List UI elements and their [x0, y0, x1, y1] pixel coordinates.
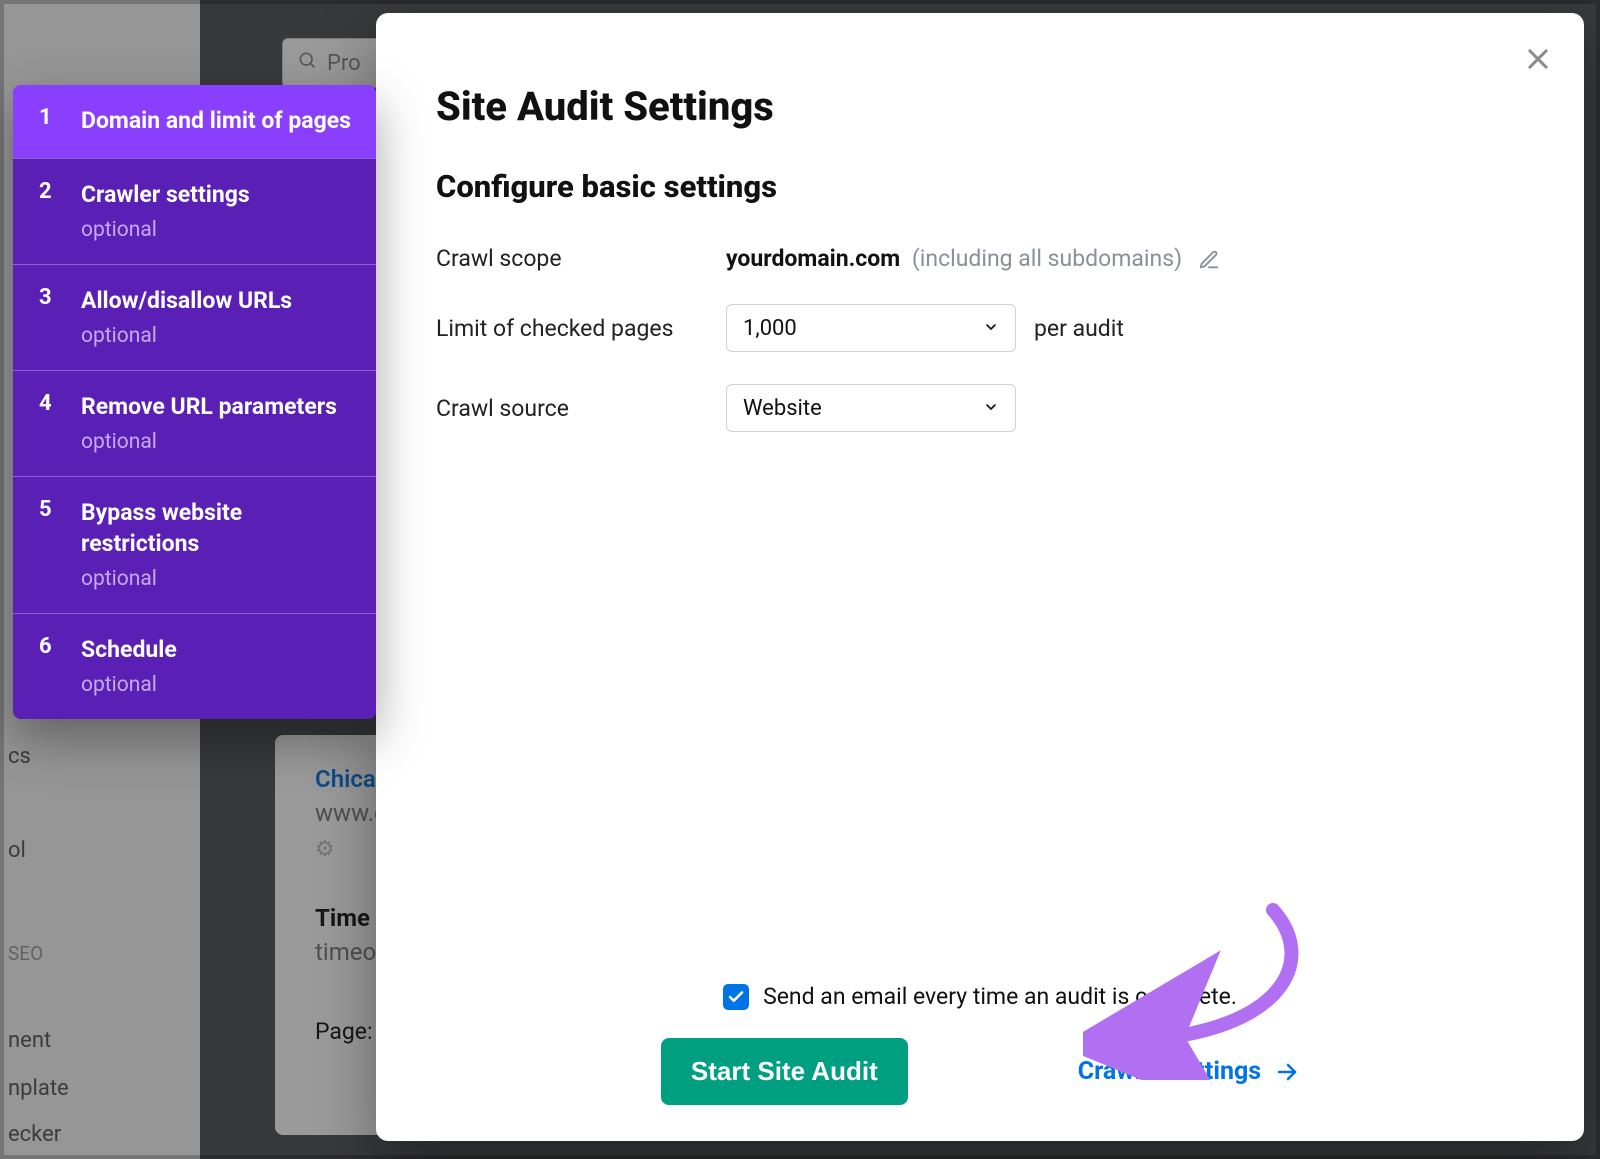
- step-3-urls[interactable]: 3 Allow/disallow URLs optional: [13, 264, 376, 370]
- step-tag: optional: [81, 673, 352, 697]
- step-5-bypass[interactable]: 5 Bypass website restrictions optional: [13, 476, 376, 613]
- step-tag: optional: [81, 218, 352, 242]
- wizard-stepper: 1 Domain and limit of pages 2 Crawler se…: [13, 85, 376, 719]
- crawler-settings-label: Crawler settings: [1078, 1057, 1261, 1086]
- modal-footer: Send an email every time an audit is com…: [376, 983, 1584, 1105]
- step-4-parameters[interactable]: 4 Remove URL parameters optional: [13, 370, 376, 476]
- row-crawl-scope: Crawl scope yourdomain.com (including al…: [436, 245, 1524, 272]
- step-number: 6: [39, 634, 57, 697]
- label-source: Crawl source: [436, 395, 726, 422]
- step-tag: optional: [81, 324, 352, 348]
- step-title: Domain and limit of pages: [81, 105, 352, 136]
- edit-icon[interactable]: [1198, 249, 1220, 271]
- step-number: 3: [39, 285, 57, 348]
- email-row: Send an email every time an audit is com…: [436, 983, 1524, 1010]
- label-limit: Limit of checked pages: [436, 315, 726, 342]
- step-6-schedule[interactable]: 6 Schedule optional: [13, 613, 376, 719]
- modal-title: Site Audit Settings: [436, 83, 1524, 130]
- select-source[interactable]: Website: [726, 384, 1016, 432]
- step-number: 1: [39, 105, 57, 136]
- step-title: Allow/disallow URLs: [81, 285, 352, 316]
- step-title: Schedule: [81, 634, 352, 665]
- crawl-scope-value: yourdomain.com (including all subdomains…: [726, 245, 1220, 272]
- select-limit-value: 1,000: [743, 316, 797, 341]
- modal-subtitle: Configure basic settings: [436, 168, 1524, 205]
- row-source: Crawl source Website: [436, 384, 1524, 432]
- chevron-down-icon: [983, 396, 999, 421]
- step-tag: optional: [81, 567, 352, 591]
- crawler-settings-link[interactable]: Crawler settings: [1078, 1057, 1299, 1086]
- scope-note: (including all subdomains): [912, 245, 1182, 272]
- step-number: 5: [39, 497, 57, 591]
- site-audit-settings-modal: Site Audit Settings Configure basic sett…: [376, 13, 1584, 1141]
- row-limit: Limit of checked pages 1,000 per audit: [436, 304, 1524, 352]
- settings-form: Crawl scope yourdomain.com (including al…: [436, 245, 1524, 432]
- start-site-audit-button[interactable]: Start Site Audit: [661, 1038, 908, 1105]
- select-limit[interactable]: 1,000: [726, 304, 1016, 352]
- step-title: Bypass website restrictions: [81, 497, 352, 559]
- per-audit-text: per audit: [1034, 315, 1124, 342]
- start-site-audit-label: Start Site Audit: [691, 1056, 878, 1087]
- step-tag: optional: [81, 430, 352, 454]
- step-1-domain[interactable]: 1 Domain and limit of pages: [13, 85, 376, 158]
- email-checkbox[interactable]: [723, 984, 749, 1010]
- scope-domain: yourdomain.com: [726, 245, 900, 272]
- step-title: Crawler settings: [81, 179, 352, 210]
- step-title: Remove URL parameters: [81, 391, 352, 422]
- email-label: Send an email every time an audit is com…: [763, 983, 1237, 1010]
- select-source-value: Website: [743, 396, 822, 421]
- step-number: 4: [39, 391, 57, 454]
- step-number: 2: [39, 179, 57, 242]
- chevron-down-icon: [983, 316, 999, 341]
- step-2-crawler[interactable]: 2 Crawler settings optional: [13, 158, 376, 264]
- label-crawl-scope: Crawl scope: [436, 245, 726, 272]
